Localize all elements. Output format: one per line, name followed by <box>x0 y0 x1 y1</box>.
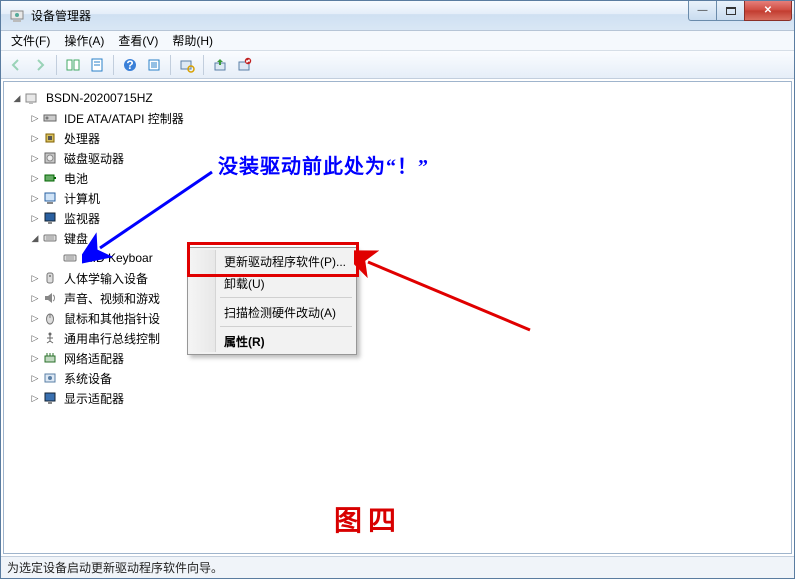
tree-node[interactable]: ▷处理器 <box>10 128 787 148</box>
computer-icon <box>42 190 58 206</box>
mouse-icon <box>42 310 58 326</box>
tree-node[interactable]: ▷声音、视频和游戏 <box>10 288 787 308</box>
back-button[interactable] <box>5 54 27 76</box>
statusbar: 为选定设备启动更新驱动程序软件向导。 <box>1 556 794 578</box>
tree-node[interactable]: ▷网络适配器 <box>10 348 787 368</box>
root-icon <box>24 90 40 106</box>
hid-icon <box>42 270 58 286</box>
tree-leaf[interactable]: HID Keyboar <box>10 248 787 268</box>
battery-icon <box>42 170 58 186</box>
show-hide-button[interactable] <box>62 54 84 76</box>
ctx-properties[interactable]: 属性(R) <box>190 330 354 352</box>
tree-root[interactable]: ◢BSDN-20200715HZ <box>10 88 787 108</box>
toolbar-separator <box>203 55 204 75</box>
statusbar-text: 为选定设备启动更新驱动程序软件向导。 <box>7 559 223 576</box>
window-controls: — ✕ <box>689 1 792 21</box>
toolbar: ? <box>1 51 794 79</box>
node-label: 磁盘驱动器 <box>62 150 126 167</box>
tree-node[interactable]: ▷监视器 <box>10 208 787 228</box>
close-button[interactable]: ✕ <box>744 1 792 21</box>
node-label: 显示适配器 <box>62 390 126 407</box>
menu-file[interactable]: 文件(F) <box>5 31 56 50</box>
ctx-item-label: 扫描检测硬件改动(A) <box>224 304 336 321</box>
node-label: BSDN-20200715HZ <box>44 91 155 105</box>
tree-node[interactable]: ▷人体学输入设备 <box>10 268 787 288</box>
minimize-button[interactable]: — <box>688 1 717 21</box>
update-driver-button[interactable] <box>209 54 231 76</box>
node-label: 人体学输入设备 <box>62 270 150 287</box>
menu-action[interactable]: 操作(A) <box>58 31 110 50</box>
ide-icon <box>42 110 58 126</box>
node-label: 鼠标和其他指针设 <box>62 310 162 327</box>
toolbar-separator <box>170 55 171 75</box>
context-menu: 更新驱动程序软件(P)... 卸载(U) 扫描检测硬件改动(A) 属性(R) <box>187 247 357 355</box>
keyboard-icon <box>42 230 58 246</box>
monitor-icon <box>42 210 58 226</box>
node-label: IDE ATA/ATAPI 控制器 <box>62 110 186 127</box>
cpu-icon <box>42 130 58 146</box>
node-label: 网络适配器 <box>62 350 126 367</box>
ctx-item-label: 卸载(U) <box>224 275 265 292</box>
sound-icon <box>42 290 58 306</box>
tree-node[interactable]: ▷鼠标和其他指针设 <box>10 308 787 328</box>
menu-view[interactable]: 查看(V) <box>112 31 164 50</box>
keyboard-icon <box>62 250 78 266</box>
disk-icon <box>42 150 58 166</box>
ctx-uninstall[interactable]: 卸载(U) <box>190 272 354 294</box>
tree-node[interactable]: ▷通用串行总线控制 <box>10 328 787 348</box>
menubar: 文件(F) 操作(A) 查看(V) 帮助(H) <box>1 31 794 51</box>
figure-label: 图四 <box>334 499 402 539</box>
toolbar-separator <box>56 55 57 75</box>
ctx-separator <box>220 297 352 298</box>
content-area: ◢BSDN-20200715HZ▷IDE ATA/ATAPI 控制器▷处理器▷磁… <box>3 81 792 554</box>
ctx-item-label: 属性(R) <box>224 333 265 350</box>
properties-button[interactable] <box>86 54 108 76</box>
ctx-scan[interactable]: 扫描检测硬件改动(A) <box>190 301 354 323</box>
node-label: 处理器 <box>62 130 102 147</box>
node-label: 通用串行总线控制 <box>62 330 162 347</box>
toolbar-separator <box>113 55 114 75</box>
node-label: HID Keyboar <box>82 251 155 265</box>
device-manager-window: 设备管理器 — ✕ 文件(F) 操作(A) 查看(V) 帮助(H) ? ◢BSD… <box>0 0 795 579</box>
menu-help[interactable]: 帮助(H) <box>166 31 219 50</box>
ctx-update-driver[interactable]: 更新驱动程序软件(P)... <box>190 250 354 272</box>
ctx-item-label: 更新驱动程序软件(P)... <box>224 253 346 270</box>
usb-icon <box>42 330 58 346</box>
device-tree[interactable]: ◢BSDN-20200715HZ▷IDE ATA/ATAPI 控制器▷处理器▷磁… <box>4 82 791 414</box>
node-label: 系统设备 <box>62 370 114 387</box>
node-label: 键盘 <box>62 230 90 247</box>
maximize-button[interactable] <box>716 1 745 21</box>
node-label: 监视器 <box>62 210 102 227</box>
tree-node[interactable]: ▷显示适配器 <box>10 388 787 408</box>
tree-node[interactable]: ◢键盘 <box>10 228 787 248</box>
help-button[interactable]: ? <box>119 54 141 76</box>
annotation-note: 没装驱动前此处为“！” <box>218 150 429 179</box>
forward-button[interactable] <box>29 54 51 76</box>
tree-node[interactable]: ▷系统设备 <box>10 368 787 388</box>
ctx-separator <box>220 326 352 327</box>
list-button[interactable] <box>143 54 165 76</box>
scan-button[interactable] <box>176 54 198 76</box>
node-label: 计算机 <box>62 190 102 207</box>
svg-text:?: ? <box>126 58 133 72</box>
tree-node[interactable]: ▷IDE ATA/ATAPI 控制器 <box>10 108 787 128</box>
uninstall-button[interactable] <box>233 54 255 76</box>
system-icon <box>42 370 58 386</box>
node-label: 电池 <box>62 170 90 187</box>
node-label: 声音、视频和游戏 <box>62 290 162 307</box>
display-icon <box>42 390 58 406</box>
titlebar: 设备管理器 — ✕ <box>1 1 794 31</box>
network-icon <box>42 350 58 366</box>
tree-node[interactable]: ▷计算机 <box>10 188 787 208</box>
window-title: 设备管理器 <box>31 7 689 24</box>
app-icon <box>9 8 25 24</box>
